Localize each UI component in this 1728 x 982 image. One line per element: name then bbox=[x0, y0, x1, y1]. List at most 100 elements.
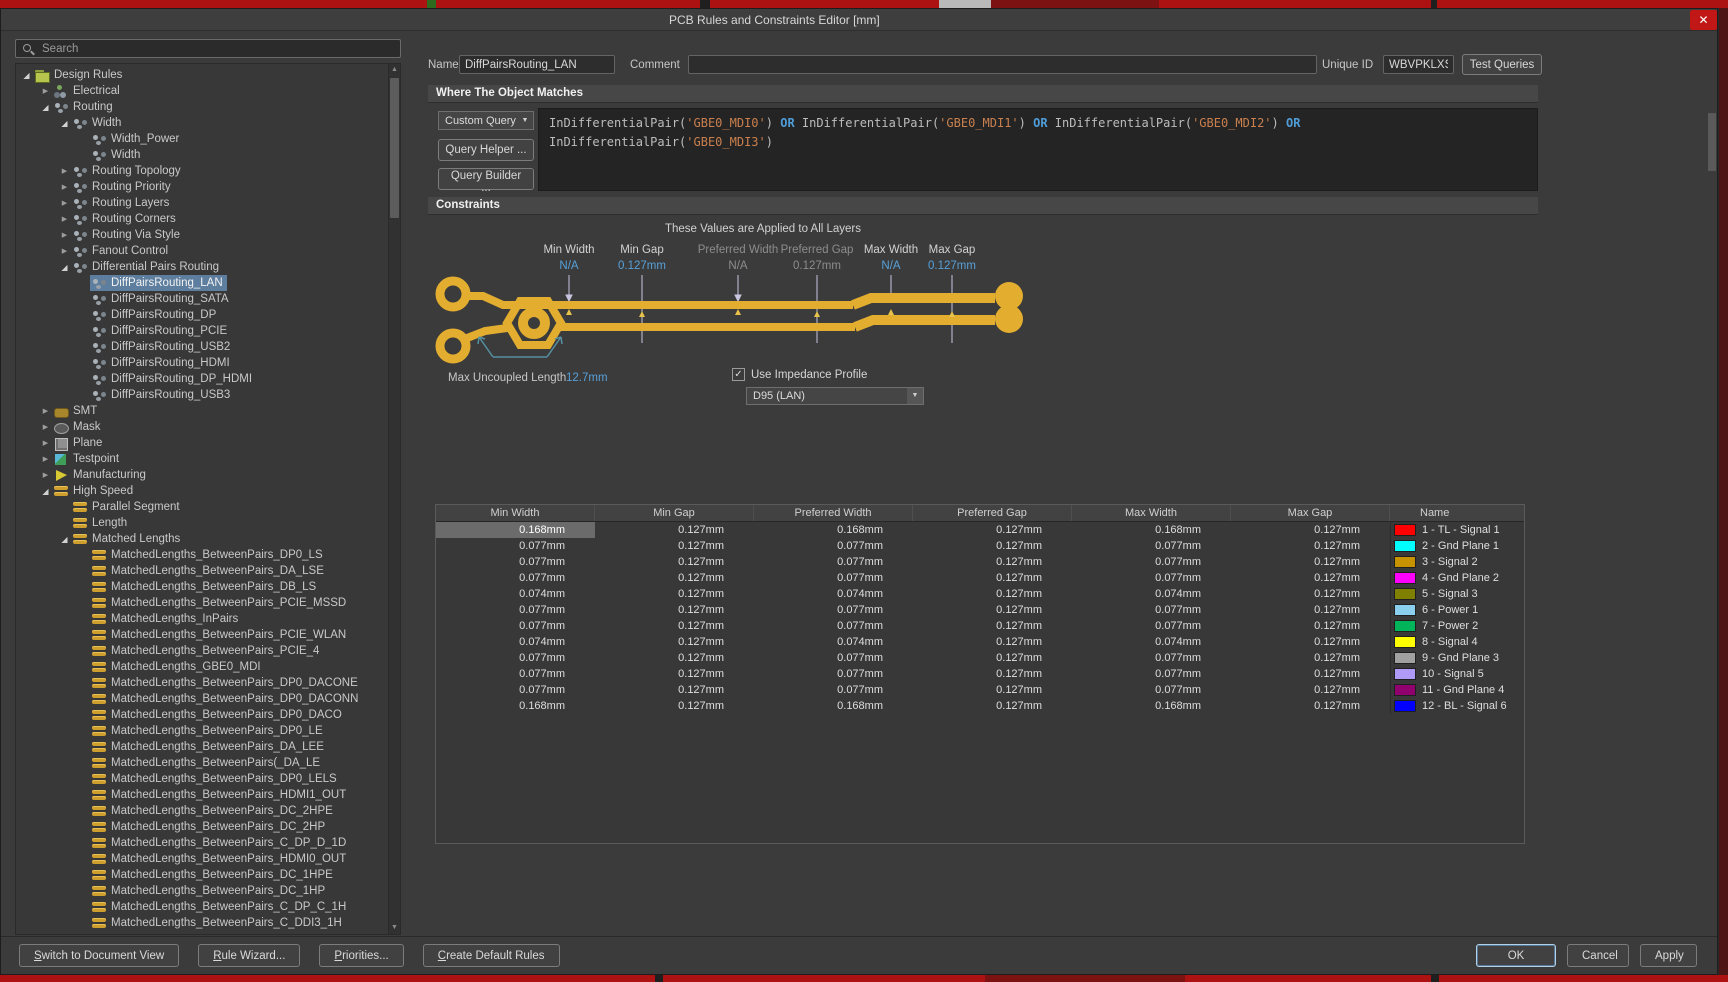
cell-preferred-gap[interactable]: 0.127mm bbox=[913, 634, 1072, 650]
cell-min-gap[interactable]: 0.127mm bbox=[595, 698, 754, 714]
cell-preferred-width[interactable]: 0.077mm bbox=[754, 650, 913, 666]
tree-item[interactable]: ▶Electrical bbox=[16, 83, 388, 99]
cell-min-gap[interactable]: 0.127mm bbox=[595, 618, 754, 634]
tree-item[interactable]: ▶Routing Corners bbox=[16, 211, 388, 227]
cell-max-gap[interactable]: 0.127mm bbox=[1231, 586, 1390, 602]
expand-arrow-icon[interactable]: ▶ bbox=[58, 231, 71, 239]
tree-item[interactable]: MatchedLengths_BetweenPairs_DP0_LE bbox=[16, 723, 388, 739]
cell-min-gap[interactable]: 0.127mm bbox=[595, 666, 754, 682]
cell-max-gap[interactable]: 0.127mm bbox=[1231, 634, 1390, 650]
cell-min-width[interactable]: 0.074mm bbox=[436, 634, 595, 650]
cell-preferred-width[interactable]: 0.077mm bbox=[754, 570, 913, 586]
tree-item[interactable]: Width_Power bbox=[16, 131, 388, 147]
scroll-down-icon[interactable]: ▼ bbox=[389, 922, 400, 934]
panel-scrollbar-thumb[interactable] bbox=[1708, 113, 1716, 171]
expand-arrow-icon[interactable]: ▶ bbox=[39, 439, 52, 447]
expand-arrow-icon[interactable]: ▶ bbox=[39, 87, 52, 95]
tree-scrollbar-thumb[interactable] bbox=[390, 78, 399, 218]
tree-item[interactable]: MatchedLengths_BetweenPairs_DP0_DACO bbox=[16, 707, 388, 723]
tree-item[interactable]: MatchedLengths_BetweenPairs(_DA_LE bbox=[16, 755, 388, 771]
comment-input[interactable] bbox=[688, 55, 1317, 74]
cell-max-gap[interactable]: 0.127mm bbox=[1231, 554, 1390, 570]
column-header-preferred-width[interactable]: Preferred Width bbox=[754, 505, 913, 521]
create-default-rules-button[interactable]: Create Default Rules bbox=[423, 944, 560, 967]
expand-arrow-icon[interactable]: ▶ bbox=[58, 167, 71, 175]
table-row[interactable]: 0.077mm0.127mm0.077mm0.127mm0.077mm0.127… bbox=[436, 602, 1524, 618]
tree-item[interactable]: MatchedLengths_BetweenPairs_DP0_LS bbox=[16, 547, 388, 563]
expand-arrow-icon[interactable]: ▶ bbox=[58, 215, 71, 223]
tree-item[interactable]: ◢Routing bbox=[16, 99, 388, 115]
tree-item[interactable]: MatchedLengths_BetweenPairs_PCIE_WLAN bbox=[16, 627, 388, 643]
tree-item[interactable]: MatchedLengths_BetweenPairs_DA_LSE bbox=[16, 563, 388, 579]
rule-wizard-button[interactable]: Rule Wizard... bbox=[198, 944, 300, 967]
cell-preferred-gap[interactable]: 0.127mm bbox=[913, 666, 1072, 682]
search-box[interactable] bbox=[15, 39, 401, 58]
table-row[interactable]: 0.077mm0.127mm0.077mm0.127mm0.077mm0.127… bbox=[436, 666, 1524, 682]
table-row[interactable]: 0.168mm0.127mm0.168mm0.127mm0.168mm0.127… bbox=[436, 522, 1524, 538]
tree-item[interactable]: Parallel Segment bbox=[16, 499, 388, 515]
max-uncoupled-length-value[interactable]: 12.7mm bbox=[566, 372, 608, 384]
expand-arrow-icon[interactable]: ▶ bbox=[39, 423, 52, 431]
apply-button[interactable]: Apply bbox=[1640, 944, 1697, 967]
cell-layer-name[interactable]: 4 - Gnd Plane 2 bbox=[1390, 570, 1524, 586]
tree-item[interactable]: MatchedLengths_BetweenPairs_C_DP_D_1D bbox=[16, 835, 388, 851]
cell-min-gap[interactable]: 0.127mm bbox=[595, 682, 754, 698]
cell-min-width[interactable]: 0.077mm bbox=[436, 666, 595, 682]
cell-max-gap[interactable]: 0.127mm bbox=[1231, 666, 1390, 682]
cell-min-width[interactable]: 0.077mm bbox=[436, 682, 595, 698]
cell-layer-name[interactable]: 12 - BL - Signal 6 bbox=[1390, 698, 1524, 714]
use-impedance-profile-checkbox[interactable]: ✓ bbox=[732, 368, 745, 381]
tree-item[interactable]: DiffPairsRouting_DP bbox=[16, 307, 388, 323]
test-queries-button[interactable]: Test Queries bbox=[1462, 54, 1542, 75]
cell-max-gap[interactable]: 0.127mm bbox=[1231, 650, 1390, 666]
tree-item[interactable]: DiffPairsRouting_LAN bbox=[16, 275, 388, 291]
tree-item[interactable]: MatchedLengths_BetweenPairs_DB_LS bbox=[16, 579, 388, 595]
column-header-preferred-gap[interactable]: Preferred Gap bbox=[913, 505, 1072, 521]
collapse-arrow-icon[interactable]: ◢ bbox=[58, 119, 71, 128]
cell-min-width[interactable]: 0.077mm bbox=[436, 538, 595, 554]
cell-max-gap[interactable]: 0.127mm bbox=[1231, 602, 1390, 618]
tree-item[interactable]: ◢Differential Pairs Routing bbox=[16, 259, 388, 275]
expand-arrow-icon[interactable]: ▶ bbox=[58, 183, 71, 191]
cell-max-gap[interactable]: 0.127mm bbox=[1231, 618, 1390, 634]
cell-min-gap[interactable]: 0.127mm bbox=[595, 554, 754, 570]
switch-to-document-view-button[interactable]: Switch to Document View bbox=[19, 944, 179, 967]
tree-item[interactable]: MatchedLengths_BetweenPairs_DP0_LELS bbox=[16, 771, 388, 787]
table-row[interactable]: 0.077mm0.127mm0.077mm0.127mm0.077mm0.127… bbox=[436, 682, 1524, 698]
tree-item[interactable]: MatchedLengths_BetweenPairs_C_DDI3_1H bbox=[16, 915, 388, 931]
tree-item[interactable]: MatchedLengths_BetweenPairs_HDMI0_OUT bbox=[16, 851, 388, 867]
column-header-min-width[interactable]: Min Width bbox=[436, 505, 595, 521]
expand-arrow-icon[interactable]: ▶ bbox=[39, 471, 52, 479]
tree-item[interactable]: ◢Matched Lengths bbox=[16, 531, 388, 547]
cell-max-width[interactable]: 0.168mm bbox=[1072, 522, 1231, 538]
cell-preferred-gap[interactable]: 0.127mm bbox=[913, 586, 1072, 602]
priorities-button[interactable]: Priorities... bbox=[319, 944, 403, 967]
tree-item[interactable]: ◢High Speed bbox=[16, 483, 388, 499]
tree-item[interactable]: ▶Routing Topology bbox=[16, 163, 388, 179]
tree-item[interactable]: DiffPairsRouting_SATA bbox=[16, 291, 388, 307]
column-header-max-width[interactable]: Max Width bbox=[1072, 505, 1231, 521]
tree-item[interactable]: MatchedLengths_BetweenPairs_DC_2HP bbox=[16, 819, 388, 835]
cell-max-gap[interactable]: 0.127mm bbox=[1231, 570, 1390, 586]
cell-layer-name[interactable]: 6 - Power 1 bbox=[1390, 602, 1524, 618]
expand-arrow-icon[interactable]: ▶ bbox=[58, 199, 71, 207]
cell-max-width[interactable]: 0.077mm bbox=[1072, 538, 1231, 554]
cell-layer-name[interactable]: 10 - Signal 5 bbox=[1390, 666, 1524, 682]
cell-preferred-width[interactable]: 0.074mm bbox=[754, 634, 913, 650]
tree-item[interactable]: DiffPairsRouting_USB3 bbox=[16, 387, 388, 403]
tree-item[interactable]: ▶Routing Layers bbox=[16, 195, 388, 211]
cell-preferred-width[interactable]: 0.168mm bbox=[754, 698, 913, 714]
collapse-arrow-icon[interactable]: ◢ bbox=[58, 263, 71, 272]
cell-layer-name[interactable]: 8 - Signal 4 bbox=[1390, 634, 1524, 650]
unique-id-input[interactable] bbox=[1383, 55, 1454, 74]
cell-min-gap[interactable]: 0.127mm bbox=[595, 586, 754, 602]
cell-max-gap[interactable]: 0.127mm bbox=[1231, 522, 1390, 538]
cell-min-gap[interactable]: 0.127mm bbox=[595, 634, 754, 650]
query-builder-button[interactable]: Query Builder ... bbox=[438, 168, 534, 190]
collapse-arrow-icon[interactable]: ◢ bbox=[39, 487, 52, 496]
cell-preferred-gap[interactable]: 0.127mm bbox=[913, 522, 1072, 538]
cell-preferred-gap[interactable]: 0.127mm bbox=[913, 650, 1072, 666]
close-icon[interactable]: ✕ bbox=[1690, 10, 1717, 30]
rule-name-input[interactable] bbox=[459, 55, 615, 74]
tree-item[interactable]: ▶Testpoint bbox=[16, 451, 388, 467]
